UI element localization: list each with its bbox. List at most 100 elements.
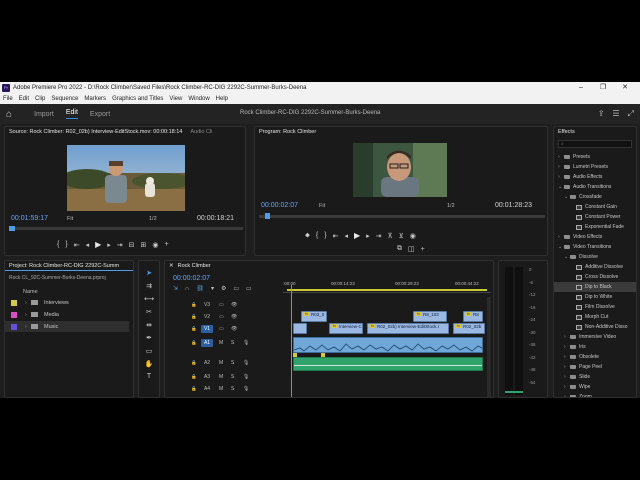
clip-v1-lead[interactable]: [293, 323, 307, 334]
keyframe-marker[interactable]: [293, 353, 297, 357]
effects-item[interactable]: Morph Cut: [554, 312, 636, 322]
lock-icon[interactable]: 🔒: [191, 302, 201, 308]
go-to-out-icon[interactable]: ⇥: [117, 241, 123, 249]
restore-button[interactable]: ❐: [592, 82, 614, 94]
eye-icon[interactable]: 👁: [231, 302, 239, 308]
effects-item[interactable]: Exponential Fade: [554, 222, 636, 232]
project-bin-item[interactable]: › Music: [5, 321, 129, 332]
clip-v2-a[interactable]: fx R03_0: [301, 311, 327, 322]
lock-icon[interactable]: 🔒: [191, 386, 201, 392]
time-ruler[interactable]: :00:00 00:00:14:23 00:00:29:23 00:00:44:…: [283, 279, 491, 293]
lock-icon[interactable]: 🔒: [191, 340, 201, 346]
lock-icon[interactable]: 🔒: [191, 314, 201, 320]
type-tool-icon[interactable]: T: [147, 373, 151, 380]
effects-item[interactable]: ⌄ Audio Transitions: [554, 182, 636, 192]
workspace-export-tab[interactable]: Export: [90, 111, 110, 118]
nest-icon[interactable]: ⇲: [173, 285, 178, 292]
captions-icon[interactable]: ▭: [233, 285, 239, 292]
track-label[interactable]: A4: [201, 385, 213, 393]
mute-icon[interactable]: M: [219, 340, 227, 346]
program-play-button[interactable]: ▶: [354, 231, 360, 240]
timeline-tab[interactable]: ✕ Rock Climber: [165, 261, 493, 271]
mark-out-icon[interactable]: }: [65, 241, 67, 248]
program-timecode[interactable]: 00:00:02:07: [261, 202, 298, 209]
minimize-button[interactable]: –: [570, 82, 592, 94]
add-button-icon[interactable]: +: [164, 241, 168, 248]
lock-icon[interactable]: 🔒: [191, 326, 201, 332]
effects-item[interactable]: › Wipe: [554, 382, 636, 392]
program-add-button-icon[interactable]: +: [421, 246, 425, 253]
program-playhead[interactable]: [265, 213, 270, 219]
marker-icon[interactable]: ⬥: [305, 232, 310, 240]
source-timecode[interactable]: 00:01:59:17: [11, 215, 48, 222]
effects-item[interactable]: Additive Dissolve: [554, 262, 636, 272]
solo-icon[interactable]: S: [231, 340, 239, 346]
effects-item[interactable]: › Iris: [554, 342, 636, 352]
comparison-view-icon[interactable]: ⧉: [397, 245, 402, 253]
effects-item[interactable]: Dip to White: [554, 292, 636, 302]
timeline-more-icon[interactable]: ▭: [246, 285, 252, 292]
source-monitor-tab[interactable]: Source: Rock Climber: R02_02b) Interview…: [5, 127, 245, 137]
solo-icon[interactable]: S: [231, 386, 239, 392]
insert-icon[interactable]: ⊟: [129, 241, 135, 249]
program-step-back-icon[interactable]: ◂: [344, 232, 348, 240]
mute-icon[interactable]: M: [219, 374, 227, 380]
label-color-swatch[interactable]: [11, 323, 17, 330]
hand-tool-icon[interactable]: ✋: [145, 360, 154, 368]
fullscreen-icon[interactable]: ⤢: [628, 109, 634, 119]
effects-item[interactable]: ⌄ Video Transitions: [554, 242, 636, 252]
effects-item[interactable]: › Video Effects: [554, 232, 636, 242]
microphone-icon[interactable]: 🎙: [243, 340, 249, 346]
effects-item[interactable]: › Lumetri Presets: [554, 162, 636, 172]
settings-wrench-icon[interactable]: ⚙: [221, 285, 226, 292]
source-playhead[interactable]: [9, 226, 15, 231]
microphone-icon[interactable]: 🎙: [243, 374, 249, 380]
clip-v1-b[interactable]: fx R02_02b) Interview-EditStock.r: [367, 323, 449, 334]
project-tab[interactable]: Project: Rock Climber-RC-DIG 2292C-Summ: [5, 261, 133, 271]
program-scrub-bar[interactable]: [259, 215, 545, 218]
effects-item[interactable]: ⌄ Dissolve: [554, 252, 636, 262]
effects-tab[interactable]: Effects: [554, 127, 636, 137]
toggle-sync-icon[interactable]: ▭: [219, 314, 227, 320]
toggle-sync-icon[interactable]: ▭: [219, 326, 227, 332]
project-name-column[interactable]: Name: [23, 289, 38, 295]
project-bin-item[interactable]: › Media: [5, 309, 129, 320]
effects-item[interactable]: Constant Power: [554, 212, 636, 222]
home-icon[interactable]: ⌂: [6, 109, 22, 120]
menu-markers[interactable]: Markers: [84, 96, 106, 102]
program-monitor-tab[interactable]: Program: Rock Climber: [255, 127, 547, 137]
selection-tool-icon[interactable]: ➤: [146, 269, 152, 277]
label-color-swatch[interactable]: [11, 311, 17, 318]
rectangle-tool-icon[interactable]: ▭: [146, 347, 153, 355]
label-color-swatch[interactable]: [11, 299, 17, 306]
menu-clip[interactable]: Clip: [35, 96, 45, 102]
slip-tool-icon[interactable]: ⇹: [146, 321, 152, 329]
effects-item[interactable]: Constant Gain: [554, 202, 636, 212]
lock-icon[interactable]: 🔒: [191, 374, 201, 380]
source-fit-select[interactable]: Fit: [67, 216, 73, 222]
close-icon[interactable]: ✕: [169, 263, 174, 269]
overwrite-icon[interactable]: ⊞: [141, 241, 147, 249]
ripple-edit-tool-icon[interactable]: ⟷: [144, 295, 154, 303]
track-label[interactable]: V3: [201, 301, 213, 309]
pen-tool-icon[interactable]: ✒: [146, 334, 152, 342]
program-mark-in-icon[interactable]: {: [316, 232, 318, 239]
microphone-icon[interactable]: 🎙: [243, 386, 249, 392]
eye-icon[interactable]: 👁: [231, 314, 239, 320]
workspace-import-tab[interactable]: Import: [34, 111, 54, 118]
effects-item[interactable]: › Immersive Video: [554, 332, 636, 342]
solo-icon[interactable]: S: [231, 360, 239, 366]
clip-v1-a[interactable]: fx Interview-C: [329, 323, 363, 334]
toggle-sync-icon[interactable]: ▭: [219, 302, 227, 308]
mark-in-icon[interactable]: {: [57, 241, 59, 248]
vr-icon[interactable]: ◫: [408, 245, 415, 253]
effects-item[interactable]: › Presets: [554, 152, 636, 162]
source-play-button[interactable]: ▶: [95, 240, 101, 249]
track-label[interactable]: A2: [201, 359, 213, 367]
clip-a2-music[interactable]: [293, 357, 483, 371]
clip-v1-c[interactable]: fx R02_02b: [453, 323, 485, 334]
project-bin-item[interactable]: › Interviews: [5, 297, 129, 308]
effects-item[interactable]: Cross Dissolve: [554, 272, 636, 282]
close-button[interactable]: ✕: [614, 82, 636, 94]
source-scrub-bar[interactable]: [9, 227, 243, 230]
